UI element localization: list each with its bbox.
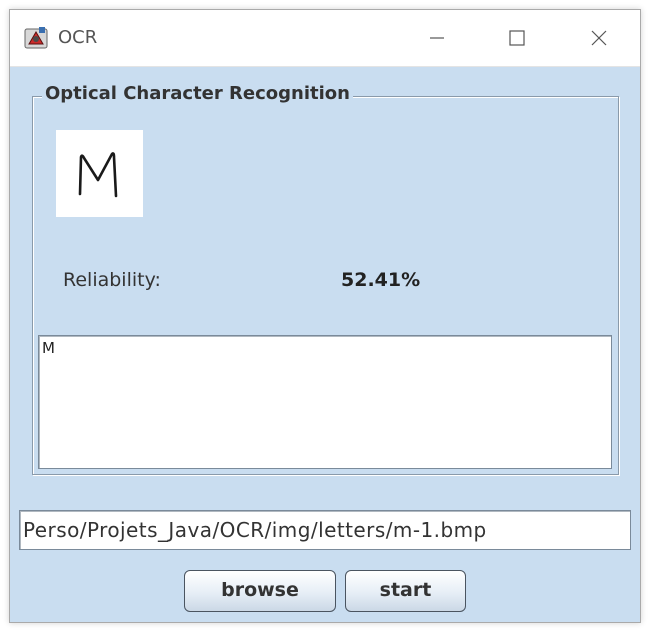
maximize-icon xyxy=(509,30,525,46)
minimize-button[interactable] xyxy=(417,20,457,56)
file-path-input[interactable]: Perso/Projets_Java/OCR/img/letters/m-1.b… xyxy=(19,510,631,550)
handwritten-letter-image xyxy=(78,152,118,198)
maximize-button[interactable] xyxy=(497,20,537,56)
start-button[interactable]: start xyxy=(345,570,466,612)
close-icon xyxy=(591,30,607,46)
letter-preview-image xyxy=(56,130,143,217)
title-bar[interactable]: OCR xyxy=(10,10,640,67)
minimize-icon xyxy=(430,37,444,39)
recognized-text-area[interactable]: M xyxy=(38,335,612,469)
close-button[interactable] xyxy=(579,20,619,56)
browse-button[interactable]: browse xyxy=(184,570,336,612)
window-title: OCR xyxy=(58,27,98,48)
java-app-icon xyxy=(24,26,50,50)
ocr-window: OCR Optical Character Recognition Reliab… xyxy=(9,9,641,623)
reliability-label: Reliability: xyxy=(63,269,161,291)
group-box-title: Optical Character Recognition xyxy=(42,82,353,106)
reliability-value: 52.41% xyxy=(341,269,421,291)
